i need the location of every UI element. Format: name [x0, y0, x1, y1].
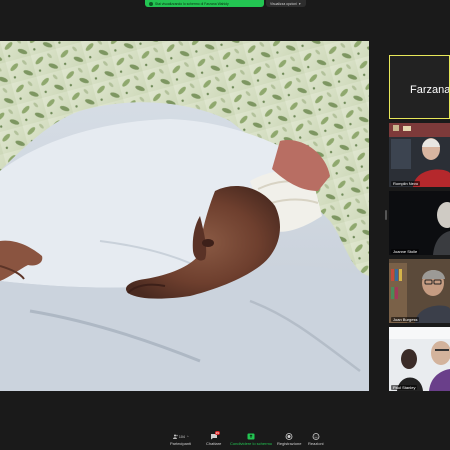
view-options-label: Visualizza opzioni — [270, 1, 297, 6]
participant-name: Joanne Stolle — [391, 249, 420, 254]
chat-button[interactable]: 39 Chattare — [206, 431, 222, 446]
chat-badge: 39 — [214, 431, 221, 435]
participant-gallery: Farzana Romplin Nevo Joanne Stolle Joan … — [389, 55, 450, 391]
smiley-icon — [312, 433, 320, 440]
record-button[interactable]: Registrazione — [277, 433, 301, 446]
shared-screen-image — [0, 41, 369, 391]
participants-count: 104 — [178, 434, 185, 439]
participant-tile[interactable]: Paul Stanley — [389, 327, 450, 391]
participants-label: Partecipanti — [170, 441, 192, 446]
meeting-toolbar: 104 ^ Partecipanti 39 Chattare Condivide… — [0, 430, 450, 450]
participant-tile-active-speaker[interactable]: Farzana — [389, 55, 450, 119]
participant-video — [389, 259, 450, 323]
participant-video — [389, 327, 450, 391]
participant-video — [389, 123, 450, 187]
participants-button[interactable]: 104 ^ Partecipanti — [170, 433, 192, 447]
shared-screen[interactable] — [0, 41, 369, 391]
share-status-icon — [149, 1, 153, 6]
chevron-down-icon: ▾ — [298, 1, 301, 6]
participant-name: Paul Stanley — [391, 385, 418, 390]
participant-video — [389, 191, 450, 255]
top-bar: Stai visualizzando lo schermo di Farzana… — [0, 0, 450, 10]
participant-tile[interactable]: Joanne Stolle — [389, 191, 450, 255]
share-banner-text: Stai visualizzando lo schermo di Farzana… — [155, 1, 229, 6]
record-label: Registrazione — [277, 441, 302, 446]
participant-tile[interactable]: Romplin Nevo — [389, 123, 450, 187]
participant-tile[interactable]: Joan Burgess — [389, 259, 450, 323]
reactions-label: Reazioni — [308, 441, 324, 446]
chevron-up-icon[interactable]: ^ — [187, 435, 189, 439]
panel-resize-handle[interactable] — [385, 210, 387, 220]
share-screen-icon — [247, 433, 255, 440]
participant-name: Romplin Nevo — [391, 181, 421, 186]
view-options-button[interactable]: Visualizza opzioni ▾ — [266, 0, 306, 7]
record-icon — [285, 433, 293, 440]
active-speaker-name: Farzana — [410, 84, 450, 96]
chat-label: Chattare — [206, 441, 222, 446]
reactions-button[interactable]: Reazioni — [308, 433, 324, 446]
share-screen-label: Condividere lo schermo — [230, 441, 273, 446]
people-icon — [172, 434, 178, 439]
screen-share-banner[interactable]: Stai visualizzando lo schermo di Farzana… — [145, 0, 264, 7]
share-screen-button[interactable]: Condividere lo schermo — [230, 433, 272, 446]
participant-name: Joan Burgess — [391, 317, 420, 322]
